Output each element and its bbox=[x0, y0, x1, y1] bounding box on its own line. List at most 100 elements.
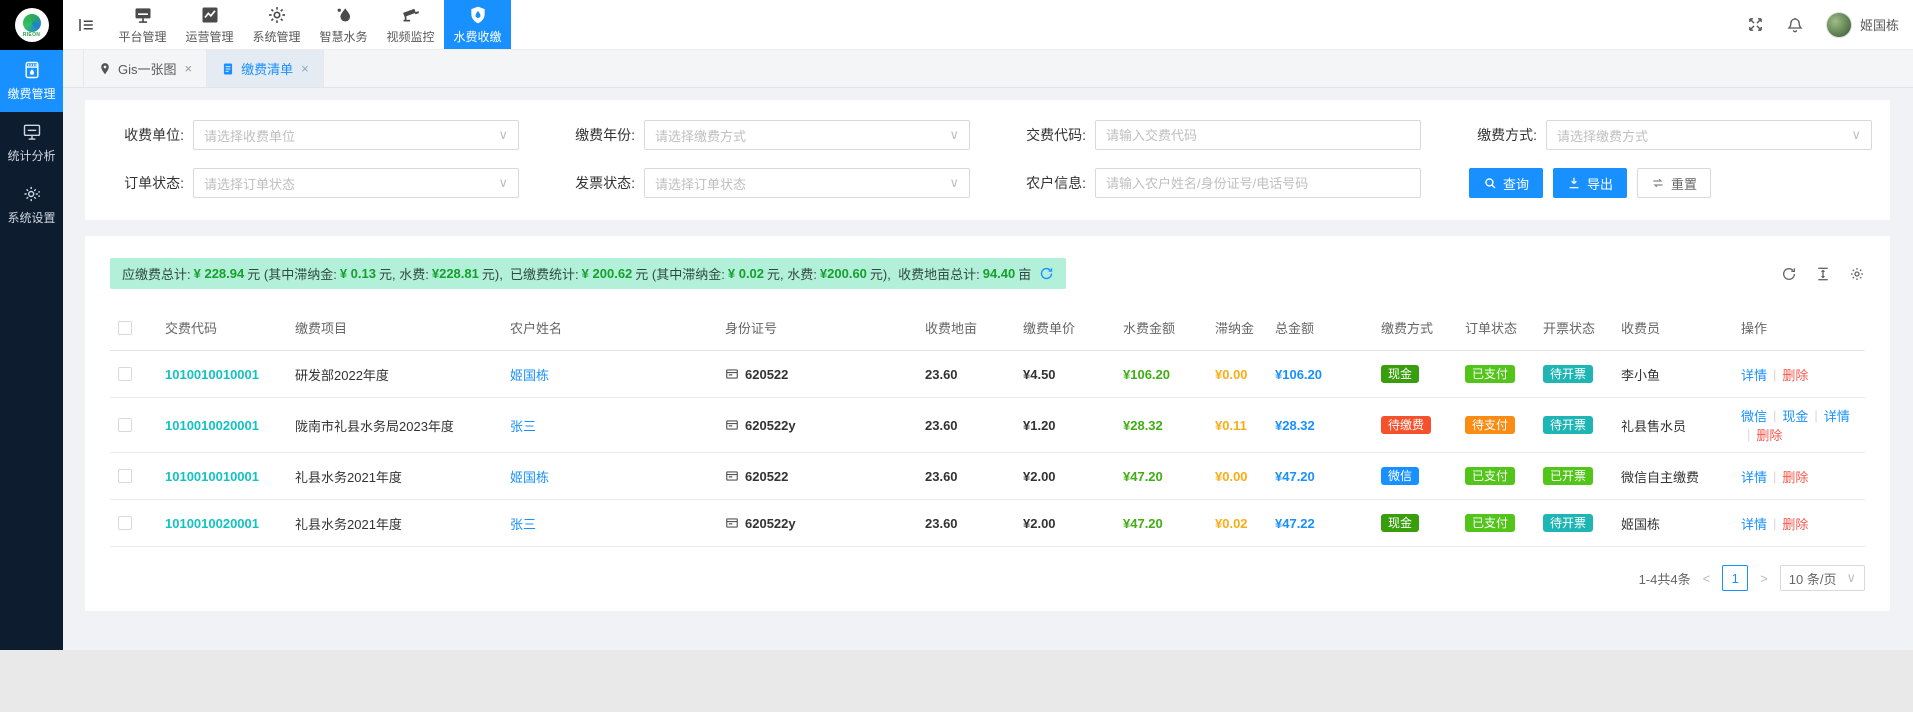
late-fee-value: ¥0.02 bbox=[1215, 516, 1248, 531]
farmer-name-link[interactable]: 姬国栋 bbox=[510, 467, 549, 486]
filter-label: 订单状态: bbox=[110, 173, 184, 193]
pay-method-badge: 现金 bbox=[1381, 514, 1419, 532]
payment-code-link[interactable]: 1010010010001 bbox=[165, 367, 259, 382]
avatar bbox=[1826, 12, 1852, 38]
pay-method-badge: 现金 bbox=[1381, 365, 1419, 383]
column-settings-gear-icon[interactable] bbox=[1849, 266, 1865, 282]
total-amount-value: ¥28.32 bbox=[1275, 418, 1315, 433]
chart-icon bbox=[200, 5, 220, 25]
select-placeholder: 请选择订单状态 bbox=[655, 174, 746, 193]
monitor-icon bbox=[22, 122, 42, 142]
close-icon[interactable]: × bbox=[301, 61, 309, 76]
menu-fold-icon[interactable] bbox=[63, 0, 109, 49]
chevron-down-icon: ∨ bbox=[498, 127, 508, 143]
menu-item-water-fee[interactable]: 水费收缴 bbox=[444, 0, 511, 49]
menu-item-platform[interactable]: 平台管理 bbox=[109, 0, 176, 49]
delete-action-link[interactable]: 删除 bbox=[1782, 514, 1808, 533]
reset-button[interactable]: 重置 bbox=[1637, 168, 1711, 198]
col-header: 身份证号 bbox=[725, 310, 925, 345]
id-card-icon bbox=[725, 469, 739, 483]
area-value: 23.60 bbox=[925, 508, 1023, 539]
payment-code-input[interactable] bbox=[1095, 120, 1421, 150]
id-card-value: 620522 bbox=[745, 367, 788, 382]
order-status-select[interactable]: 请选择订单状态 ∨ bbox=[193, 168, 519, 198]
query-button[interactable]: 查询 bbox=[1469, 168, 1543, 198]
page-number-button[interactable]: 1 bbox=[1722, 565, 1748, 591]
delete-action-link[interactable]: 删除 bbox=[1782, 467, 1808, 486]
table-header-row: 交费代码 缴费项目 农户姓名 身份证号 收费地亩 缴费单价 水费金额 滞纳金 总… bbox=[110, 305, 1865, 351]
pay-method-badge: 待缴费 bbox=[1381, 416, 1431, 434]
tab-gis-map[interactable]: Gis一张图 × bbox=[83, 50, 207, 87]
next-page-icon[interactable]: > bbox=[1758, 571, 1770, 586]
unit-price-value: ¥2.00 bbox=[1023, 461, 1123, 492]
tab-bar: Gis一张图 × 缴费清单 × bbox=[63, 50, 1913, 88]
summary-label: 已缴费统计: bbox=[510, 264, 579, 283]
user-menu[interactable]: 姬国栋 bbox=[1826, 12, 1899, 38]
order-status-badge: 待支付 bbox=[1465, 416, 1515, 434]
row-checkbox[interactable] bbox=[118, 418, 132, 432]
detail-action-link[interactable]: 详情 bbox=[1824, 406, 1850, 425]
payment-table-panel: 应缴费总计: ¥ 228.94 元 (其中滞纳金: ¥ 0.13 元, 水费: … bbox=[85, 236, 1890, 611]
row-checkbox[interactable] bbox=[118, 469, 132, 483]
water-amount-value: ¥28.32 bbox=[1123, 418, 1163, 433]
fullscreen-icon[interactable] bbox=[1747, 16, 1764, 33]
filter-label: 收费单位: bbox=[110, 125, 184, 145]
menu-item-video[interactable]: 视频监控 bbox=[377, 0, 444, 49]
summary-value: 94.40 bbox=[983, 266, 1016, 281]
menu-item-operation[interactable]: 运营管理 bbox=[176, 0, 243, 49]
app-logo: RIEON bbox=[0, 0, 63, 50]
payment-year-select[interactable]: 请选择缴费方式 ∨ bbox=[644, 120, 970, 150]
row-checkbox[interactable] bbox=[118, 367, 132, 381]
charge-unit-select[interactable]: 请选择收费单位 ∨ bbox=[193, 120, 519, 150]
menu-item-system[interactable]: 系统管理 bbox=[243, 0, 310, 49]
payment-code-link[interactable]: 1010010020001 bbox=[165, 516, 259, 531]
wechat-pay-action-link[interactable]: 微信 bbox=[1741, 406, 1767, 425]
menu-item-smart-water[interactable]: 智慧水务 bbox=[310, 0, 377, 49]
cash-pay-action-link[interactable]: 现金 bbox=[1782, 406, 1808, 425]
project-name: 礼县水务2021年度 bbox=[295, 506, 510, 541]
table-refresh-icon[interactable] bbox=[1781, 266, 1797, 282]
farmer-name-link[interactable]: 姬国栋 bbox=[510, 365, 549, 384]
prev-page-icon[interactable]: < bbox=[1701, 571, 1713, 586]
refresh-icon[interactable] bbox=[1039, 266, 1054, 281]
sidebar-item-payment-management[interactable]: 缴费管理 bbox=[0, 50, 63, 112]
sidebar-item-statistics[interactable]: 统计分析 bbox=[0, 112, 63, 174]
monitor-icon bbox=[133, 5, 153, 25]
row-height-icon[interactable] bbox=[1815, 266, 1831, 282]
bell-icon[interactable] bbox=[1786, 16, 1804, 34]
menu-item-label: 系统管理 bbox=[252, 28, 300, 45]
detail-action-link[interactable]: 详情 bbox=[1741, 365, 1767, 384]
tab-payment-list[interactable]: 缴费清单 × bbox=[207, 50, 324, 87]
invoice-status-select[interactable]: 请选择订单状态 ∨ bbox=[644, 168, 970, 198]
sidebar: 缴费管理 统计分析 系统设置 bbox=[0, 50, 63, 650]
farmer-name-link[interactable]: 张三 bbox=[510, 416, 536, 435]
payment-method-select[interactable]: 请选择缴费方式 ∨ bbox=[1546, 120, 1872, 150]
fee-summary-bar: 应缴费总计: ¥ 228.94 元 (其中滞纳金: ¥ 0.13 元, 水费: … bbox=[110, 258, 1066, 289]
filter-payment-code: 交费代码: bbox=[1012, 120, 1421, 150]
detail-action-link[interactable]: 详情 bbox=[1741, 467, 1767, 486]
delete-action-link[interactable]: 删除 bbox=[1756, 425, 1782, 444]
page-size-select[interactable]: 10 条/页 ∨ bbox=[1780, 565, 1865, 591]
action-separator: | bbox=[1773, 469, 1776, 484]
water-meter-icon bbox=[22, 60, 42, 80]
row-checkbox[interactable] bbox=[118, 516, 132, 530]
sidebar-item-label: 缴费管理 bbox=[7, 85, 55, 102]
unit-price-value: ¥4.50 bbox=[1023, 359, 1123, 390]
menu-item-label: 平台管理 bbox=[118, 28, 166, 45]
payment-code-link[interactable]: 1010010020001 bbox=[165, 418, 259, 433]
id-card-value: 620522 bbox=[745, 469, 788, 484]
late-fee-value: ¥0.00 bbox=[1215, 469, 1248, 484]
close-icon[interactable]: × bbox=[185, 61, 193, 76]
summary-label: 应缴费总计: bbox=[122, 264, 191, 283]
export-button[interactable]: 导出 bbox=[1553, 168, 1627, 198]
farmer-name-link[interactable]: 张三 bbox=[510, 514, 536, 533]
summary-unit: 元 bbox=[635, 264, 648, 283]
filter-farmer-info: 农户信息: bbox=[1012, 168, 1421, 198]
payment-code-link[interactable]: 1010010010001 bbox=[165, 469, 259, 484]
farmer-info-input[interactable] bbox=[1095, 168, 1421, 198]
detail-action-link[interactable]: 详情 bbox=[1741, 514, 1767, 533]
id-card-icon bbox=[725, 516, 739, 530]
delete-action-link[interactable]: 删除 bbox=[1782, 365, 1808, 384]
select-all-checkbox[interactable] bbox=[118, 321, 132, 335]
sidebar-item-settings[interactable]: 系统设置 bbox=[0, 174, 63, 236]
